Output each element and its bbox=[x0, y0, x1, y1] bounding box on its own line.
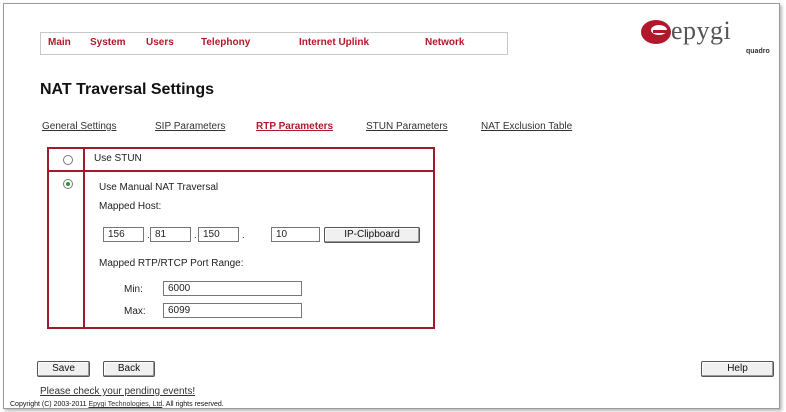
ip-clipboard-button[interactable]: IP-Clipboard bbox=[324, 227, 420, 243]
epygi-technologies-link[interactable]: Epygi Technologies, Ltd bbox=[88, 401, 162, 408]
octet-separator: . bbox=[194, 230, 197, 241]
back-button[interactable]: Back bbox=[103, 361, 155, 377]
panel-column-divider bbox=[83, 149, 85, 327]
nav-item-users[interactable]: Users bbox=[146, 37, 174, 48]
help-button[interactable]: Help bbox=[701, 361, 774, 377]
port-min-label: Min: bbox=[124, 284, 143, 295]
nav-item-internet-uplink[interactable]: Internet Uplink bbox=[299, 37, 369, 48]
mapped-host-octet-1[interactable]: 156 bbox=[103, 227, 144, 242]
mapped-host-octet-3[interactable]: 150 bbox=[198, 227, 239, 242]
copyright-suffix: . All rights reserved. bbox=[162, 401, 224, 408]
mapped-host-label: Mapped Host: bbox=[99, 201, 162, 212]
panel-row-divider bbox=[49, 170, 433, 172]
nat-options-panel: Use STUN Use Manual NAT Traversal Mapped… bbox=[47, 147, 435, 329]
logo-wordmark: epygi bbox=[671, 16, 732, 45]
nav-item-network[interactable]: Network bbox=[425, 37, 464, 48]
use-manual-nat-label: Use Manual NAT Traversal bbox=[99, 182, 219, 193]
tab-rtp-parameters[interactable]: RTP Parameters bbox=[256, 121, 333, 132]
use-stun-label: Use STUN bbox=[94, 153, 142, 164]
mapped-host-octet-4[interactable]: 10 bbox=[271, 227, 320, 242]
logo-subtitle: quadro bbox=[746, 48, 770, 55]
nav-item-main[interactable]: Main bbox=[48, 37, 71, 48]
copyright-prefix: Copyright (C) 2003-2011 bbox=[10, 401, 89, 408]
port-max-label: Max: bbox=[124, 306, 146, 317]
page-title: NAT Traversal Settings bbox=[40, 81, 214, 98]
copyright-notice: Copyright (C) 2003-2011 Epygi Technologi… bbox=[10, 401, 224, 408]
port-min-field[interactable]: 6000 bbox=[163, 281, 302, 296]
port-range-label: Mapped RTP/RTCP Port Range: bbox=[99, 258, 244, 269]
port-max-field[interactable]: 6099 bbox=[163, 303, 302, 318]
nav-item-telephony[interactable]: Telephony bbox=[201, 37, 250, 48]
tab-nat-exclusion-table[interactable]: NAT Exclusion Table bbox=[481, 121, 572, 132]
page-frame: Main System Users Telephony Internet Upl… bbox=[3, 3, 780, 409]
pending-events-link[interactable]: Please check your pending events! bbox=[40, 386, 195, 397]
main-nav: Main System Users Telephony Internet Upl… bbox=[40, 32, 508, 55]
epygi-logo: epygi quadro bbox=[640, 16, 778, 64]
use-manual-nat-radio[interactable] bbox=[63, 179, 73, 189]
tab-stun-parameters[interactable]: STUN Parameters bbox=[366, 121, 448, 132]
nav-item-system[interactable]: System bbox=[90, 37, 126, 48]
tab-general-settings[interactable]: General Settings bbox=[42, 121, 117, 132]
tab-sip-parameters[interactable]: SIP Parameters bbox=[155, 121, 225, 132]
mapped-host-octet-2[interactable]: 81 bbox=[150, 227, 191, 242]
save-button[interactable]: Save bbox=[37, 361, 90, 377]
octet-separator: . bbox=[242, 230, 245, 241]
use-stun-radio[interactable] bbox=[63, 155, 73, 165]
